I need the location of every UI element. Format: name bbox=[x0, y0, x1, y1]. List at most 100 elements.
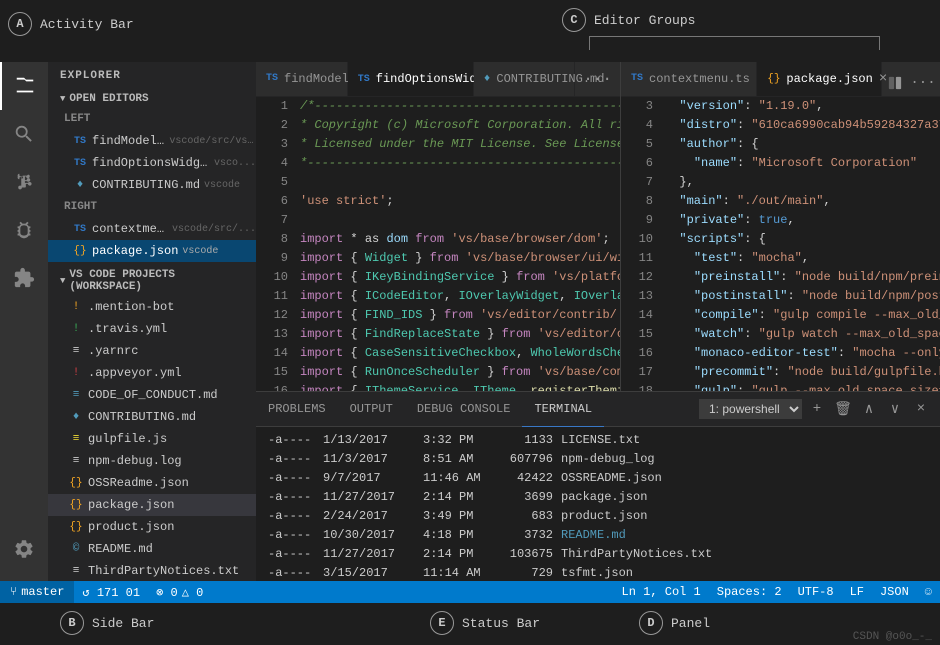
status-right: Ln 1, Col 1 Spaces: 2 UTF-8 LF JSON ☺ bbox=[614, 581, 940, 603]
new-terminal-button[interactable]: + bbox=[806, 398, 828, 420]
sync-item[interactable]: ↺ 171 01 bbox=[74, 581, 148, 603]
right-editor-actions: ··· bbox=[882, 70, 940, 96]
source-control-activity-icon[interactable] bbox=[0, 158, 48, 206]
panel-tab-terminal[interactable]: TERMINAL bbox=[522, 392, 604, 427]
open-editor-contributing[interactable]: ♦ CONTRIBUTING.md vscode bbox=[48, 174, 256, 196]
position-item[interactable]: Ln 1, Col 1 bbox=[614, 581, 709, 603]
code-line-9: import { Widget } from 'vs/base/browser/… bbox=[300, 249, 620, 268]
search-activity-icon[interactable] bbox=[0, 110, 48, 158]
json-line-17: "precommit": "node build/gulpfile.hygier bbox=[665, 363, 940, 382]
debug-activity-icon[interactable] bbox=[0, 206, 48, 254]
code-line-14: import { CaseSensitiveCheckbox, WholeWor… bbox=[300, 344, 620, 363]
file-contributing[interactable]: ♦ CONTRIBUTING.md bbox=[48, 406, 256, 428]
json-line-16: "monaco-editor-test": "mocha --only-mono bbox=[665, 344, 940, 363]
left-tab-bar: TS findModel.ts × TS findOptionsWidget.t… bbox=[256, 62, 620, 97]
panel-tab-output[interactable]: OUTPUT bbox=[338, 392, 405, 427]
right-code-editor: 34567 89101112 1314151617 1819202122 "ve… bbox=[621, 97, 940, 391]
terminal-select[interactable]: 1: powershell bbox=[699, 399, 802, 419]
problems-label: PROBLEMS bbox=[268, 402, 326, 416]
product-json-icon: {} bbox=[68, 519, 84, 535]
maximize-panel-button[interactable]: ∧ bbox=[858, 398, 880, 420]
close-panel-button[interactable]: × bbox=[910, 398, 932, 420]
file-code-of-conduct[interactable]: ≡ CODE_OF_CONDUCT.md bbox=[48, 384, 256, 406]
editor-group-right: TS contextmenu.ts × {} package.json × bbox=[621, 62, 940, 391]
findmodel-tab-icon: TS bbox=[266, 73, 278, 84]
more-actions-button[interactable]: ··· bbox=[910, 70, 936, 96]
files-activity-icon[interactable] bbox=[0, 62, 48, 110]
label-b-text: Side Bar bbox=[92, 616, 154, 631]
position-text: Ln 1, Col 1 bbox=[622, 585, 701, 599]
coc-label: CODE_OF_CONDUCT.md bbox=[88, 388, 218, 402]
annotation-e: E Status Bar bbox=[430, 611, 540, 635]
ossreadme-label: OSSReadme.json bbox=[88, 476, 189, 490]
tab-contextmenu[interactable]: TS contextmenu.ts × bbox=[621, 62, 757, 96]
extensions-activity-icon[interactable] bbox=[0, 254, 48, 302]
terminal-line-8: -a----3/15/201711:14 AM729tsfmt.json bbox=[268, 564, 928, 581]
kill-terminal-button[interactable]: 🗑 bbox=[832, 398, 854, 420]
open-editor-findmodel[interactable]: TS findModel.ts vscode/src/vs/... bbox=[48, 130, 256, 152]
label-a-circle: A bbox=[8, 12, 32, 36]
workspace-section[interactable]: ▼ VS CODE PROJECTS (WORKSPACE) bbox=[48, 266, 256, 296]
file-npm-debug[interactable]: ≡ npm-debug.log bbox=[48, 450, 256, 472]
findoptions-path: vsco... bbox=[214, 158, 256, 169]
feedback-item[interactable]: ☺ bbox=[917, 581, 940, 603]
file-yarnrc[interactable]: ≡ .yarnrc bbox=[48, 340, 256, 362]
contributing2-label: CONTRIBUTING.md bbox=[88, 410, 196, 424]
activity-bar bbox=[0, 62, 48, 581]
open-editor-package[interactable]: {} package.json vscode bbox=[48, 240, 256, 262]
file-thirdparty[interactable]: ≡ ThirdPartyNotices.txt bbox=[48, 560, 256, 581]
annotation-b: B Side Bar bbox=[60, 611, 154, 635]
tab-findoptions[interactable]: TS findOptionsWidget.ts × bbox=[348, 62, 474, 96]
left-code-content: /*--------------------------------------… bbox=[296, 97, 620, 391]
label-b-circle: B bbox=[60, 611, 84, 635]
git-branch-item[interactable]: ⑂ master bbox=[0, 581, 74, 603]
panel: PROBLEMS OUTPUT DEBUG CONSOLE TERMINAL 1… bbox=[256, 391, 940, 581]
tab-contributing[interactable]: ♦ CONTRIBUTING.md × bbox=[474, 62, 575, 96]
minimize-panel-button[interactable]: ∨ bbox=[884, 398, 906, 420]
status-left: ⑂ master ↺ 171 01 ⊗ 0 △ 0 bbox=[0, 581, 211, 603]
json-icon: {} bbox=[72, 243, 88, 259]
npm-debug-icon: ≡ bbox=[68, 453, 84, 469]
file-readme[interactable]: © README.md bbox=[48, 538, 256, 560]
file-mention-bot[interactable]: ! .mention-bot bbox=[48, 296, 256, 318]
split-editor-button[interactable] bbox=[882, 70, 908, 96]
ossreadme-icon: {} bbox=[68, 475, 84, 491]
appveyor-label: .appveyor.yml bbox=[88, 366, 182, 380]
spaces-item[interactable]: Spaces: 2 bbox=[709, 581, 790, 603]
terminal-label: TERMINAL bbox=[534, 402, 592, 416]
annotation-a: A Activity Bar bbox=[8, 12, 134, 36]
open-editors-label: OPEN EDITORS bbox=[69, 93, 148, 105]
file-appveyor[interactable]: ! .appveyor.yml bbox=[48, 362, 256, 384]
appveyor-icon: ! bbox=[68, 365, 84, 381]
findoptions-tab-icon: TS bbox=[358, 74, 370, 85]
open-editors-section[interactable]: ▼ OPEN EDITORS bbox=[48, 90, 256, 108]
code-line-13: import { FindReplaceState } from 'vs/edi… bbox=[300, 325, 620, 344]
contextmenu-tab-label: contextmenu.ts bbox=[649, 72, 750, 86]
watermark: CSDN @o0o_-_ bbox=[853, 631, 932, 643]
settings-activity-icon[interactable] bbox=[0, 525, 48, 573]
json-line-4: "distro": "610ca6990cab94b59284327a3741a… bbox=[665, 116, 940, 135]
gulpfile-label: gulpfile.js bbox=[88, 432, 167, 446]
open-editor-contextmenu[interactable]: TS contextmenu.ts vscode/src/... bbox=[48, 218, 256, 240]
file-gulpfile[interactable]: ≡ gulpfile.js bbox=[48, 428, 256, 450]
annotation-c: C Editor Groups bbox=[562, 8, 695, 32]
annotation-d: D Panel bbox=[639, 611, 710, 635]
travis-icon: ! bbox=[68, 321, 84, 337]
file-product-json[interactable]: {} product.json bbox=[48, 516, 256, 538]
file-ossreadme[interactable]: {} OSSReadme.json bbox=[48, 472, 256, 494]
encoding-item[interactable]: UTF-8 bbox=[790, 581, 842, 603]
errors-item[interactable]: ⊗ 0 △ 0 bbox=[148, 581, 211, 603]
file-package-json[interactable]: {} package.json bbox=[48, 494, 256, 516]
tab-package-json[interactable]: {} package.json × bbox=[757, 62, 882, 96]
panel-tab-problems[interactable]: PROBLEMS bbox=[256, 392, 338, 427]
findmodel-path: vscode/src/vs/... bbox=[169, 136, 256, 147]
open-editor-findoptions[interactable]: TS findOptionsWidget.ts vsco... bbox=[48, 152, 256, 174]
line-ending-item[interactable]: LF bbox=[842, 581, 872, 603]
language-item[interactable]: JSON bbox=[872, 581, 917, 603]
tab-findmodel[interactable]: TS findModel.ts × bbox=[256, 62, 348, 96]
package-json-tab-label: package.json bbox=[786, 72, 872, 86]
code-line-5 bbox=[300, 173, 620, 192]
panel-tab-debug[interactable]: DEBUG CONSOLE bbox=[405, 392, 523, 427]
file-travis[interactable]: ! .travis.yml bbox=[48, 318, 256, 340]
errors-text: ⊗ 0 bbox=[156, 585, 178, 600]
